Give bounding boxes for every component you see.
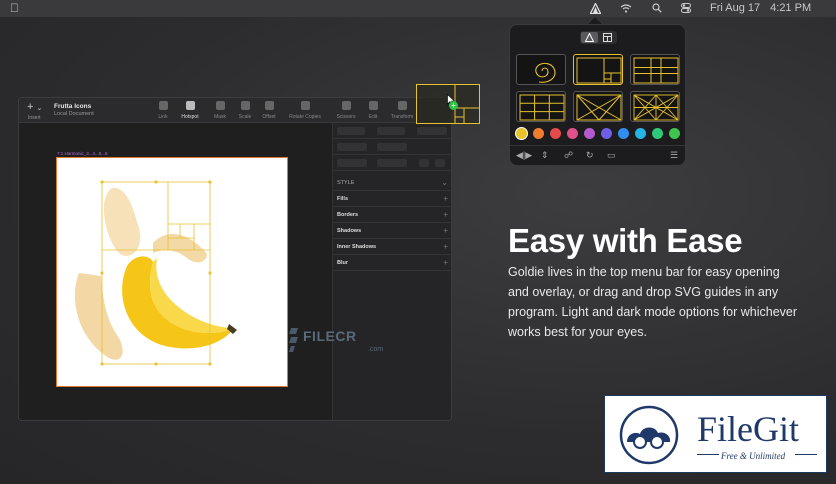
link-icon xyxy=(158,101,168,110)
mode-segmented-control xyxy=(580,31,617,44)
add-icon[interactable]: + xyxy=(443,226,448,235)
hero-title: Easy with Ease xyxy=(508,222,743,259)
goldie-icon xyxy=(584,32,595,42)
filegit-logo-icon xyxy=(619,405,679,465)
color-swatch-indigo[interactable] xyxy=(601,128,612,139)
inspector-row xyxy=(333,139,451,155)
guide-golden-rectangle[interactable] xyxy=(573,54,623,85)
display-icon[interactable]: ▭ xyxy=(607,150,616,161)
add-icon[interactable]: + xyxy=(443,194,448,203)
scissors-icon xyxy=(341,101,351,110)
popover-divider xyxy=(510,145,685,146)
color-swatch-green[interactable] xyxy=(669,128,680,139)
filegit-name: FileGit xyxy=(697,409,800,449)
artboard-label: 7:1 Harmonic_3...4...5...6 xyxy=(57,151,108,156)
guide-diagonal[interactable] xyxy=(573,91,623,122)
control-center-icon[interactable] xyxy=(681,3,691,13)
canvas[interactable]: 7:1 Harmonic_3...4...5...6 xyxy=(19,123,332,420)
add-icon[interactable]: + xyxy=(443,258,448,267)
color-swatch-pink[interactable] xyxy=(567,128,578,139)
layout-mode-tab[interactable] xyxy=(599,32,616,43)
filegit-badge: FileGit Free & Unlimited xyxy=(604,395,827,473)
color-swatch-purple[interactable] xyxy=(584,128,595,139)
add-icon[interactable]: + xyxy=(443,210,448,219)
color-swatch-teal[interactable] xyxy=(652,128,663,139)
tagline-rule-right xyxy=(795,454,817,455)
flip-vertical-icon[interactable]: ⇕ xyxy=(541,150,549,161)
color-swatch-orange[interactable] xyxy=(533,128,544,139)
section-blur[interactable]: Blur + xyxy=(333,255,451,271)
flip-horizontal-icon[interactable]: ◀|▶ xyxy=(516,150,532,161)
section-shadows[interactable]: Shadows + xyxy=(333,223,451,239)
hero-body: Goldie lives in the top menu bar for eas… xyxy=(508,265,798,339)
banana-illustration xyxy=(74,180,237,366)
insert-button[interactable]: + ⌄ xyxy=(27,101,42,113)
guide-harmonic-armature[interactable] xyxy=(630,91,680,122)
lock-icon[interactable]: ☍ xyxy=(564,150,573,161)
artboard[interactable] xyxy=(56,157,288,387)
document-title: Frutta Icons xyxy=(54,103,92,110)
transform-icon xyxy=(397,101,407,110)
layout-icon xyxy=(603,33,612,42)
clock-date: Fri Aug 17 xyxy=(710,2,761,14)
filecr-watermark: FILECR xyxy=(303,328,357,344)
tool-hotspot[interactable]: Hotspot xyxy=(173,101,207,120)
goldie-popover: ◀|▶ ⇕ ☍ ↻ ▭ ☰ xyxy=(509,24,686,166)
sketch-app-window: + ⌄ Insert Frutta Icons Local Document L… xyxy=(18,97,452,421)
style-section-header[interactable]: STYLE ⌄ xyxy=(333,175,451,191)
tool-transform[interactable]: Transform xyxy=(385,101,419,120)
section-fills[interactable]: Fills + xyxy=(333,191,451,207)
inspector-row xyxy=(333,155,451,171)
chevron-down-icon[interactable]: ⌄ xyxy=(441,178,448,187)
clock-time: 4:21 PM xyxy=(770,2,812,14)
color-swatch-cyan[interactable] xyxy=(635,128,646,139)
document-subtitle: Local Document xyxy=(54,111,94,117)
section-borders[interactable]: Borders + xyxy=(333,207,451,223)
mask-icon xyxy=(215,101,225,110)
inspector-panel: STYLE ⌄ Fills + Borders + Shadows + Inner S… xyxy=(332,123,451,420)
add-icon[interactable]: + xyxy=(443,242,448,251)
offset-icon xyxy=(264,101,274,110)
goldie-icon[interactable] xyxy=(590,3,601,14)
section-inner-shadows[interactable]: Inner Shadows + xyxy=(333,239,451,255)
guides-mode-tab[interactable] xyxy=(581,32,598,43)
app-toolbar: + ⌄ Insert Frutta Icons Local Document L… xyxy=(19,98,451,123)
guide-thirds-grid[interactable] xyxy=(516,91,566,122)
insert-label: Insert xyxy=(28,115,41,121)
menu-bar:  Fri Aug 17 4:21 PM xyxy=(0,0,836,17)
filecr-suffix: .com xyxy=(368,346,384,353)
menu-icon[interactable]: ☰ xyxy=(670,150,678,161)
hotspot-icon xyxy=(185,101,195,110)
search-icon[interactable] xyxy=(652,3,662,13)
drop-plus-icon: + xyxy=(449,101,458,110)
wifi-icon[interactable] xyxy=(620,4,632,13)
guide-phi-grid[interactable] xyxy=(630,54,680,85)
guide-golden-spiral[interactable] xyxy=(516,54,566,85)
filecr-logo-icon xyxy=(289,328,298,352)
rotate-copies-icon xyxy=(300,101,310,110)
apple-icon[interactable]:  xyxy=(10,1,19,15)
menubar-clock[interactable]: Fri Aug 17 4:21 PM xyxy=(710,2,821,14)
scale-icon xyxy=(240,101,250,110)
rotate-icon[interactable]: ↻ xyxy=(586,150,594,161)
filegit-tagline: Free & Unlimited xyxy=(721,451,786,461)
color-swatch-red[interactable] xyxy=(550,128,561,139)
tool-rotate-copies[interactable]: Rotate Copies xyxy=(288,101,322,120)
color-swatch-blue[interactable] xyxy=(618,128,629,139)
tagline-rule-left xyxy=(697,454,719,455)
inspector-row xyxy=(333,123,451,139)
color-swatch-yellow[interactable] xyxy=(516,128,527,139)
edit-icon xyxy=(368,101,378,110)
tool-offset[interactable]: Offset xyxy=(252,101,286,120)
style-header: STYLE xyxy=(337,180,355,186)
